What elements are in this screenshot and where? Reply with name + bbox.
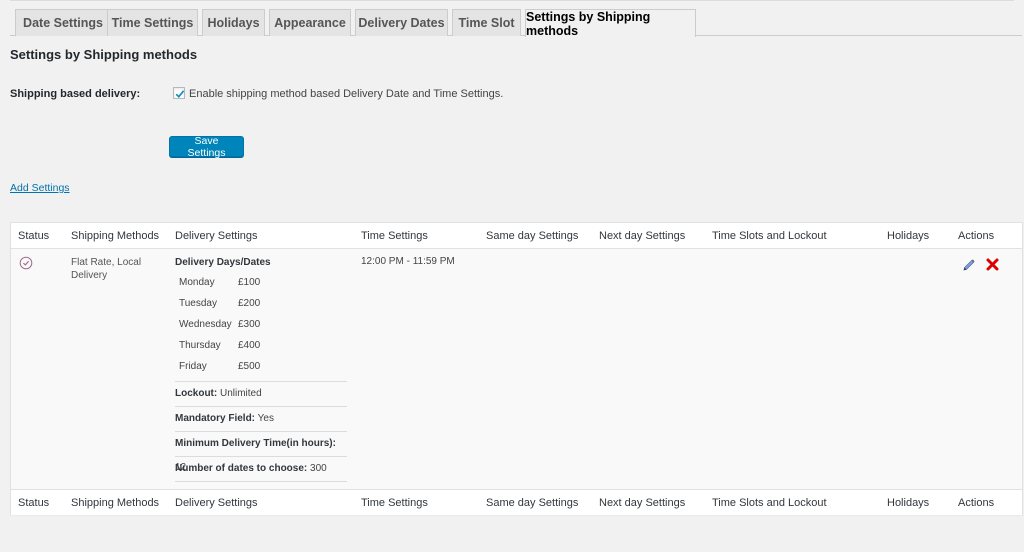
- column-header-next-day-settings: Next day Settings: [599, 230, 686, 242]
- top-divider: [10, 0, 1014, 1]
- column-footer-holidays: Holidays: [887, 497, 930, 509]
- column-footer-status: Status: [18, 497, 50, 509]
- mandatory-label: Mandatory Field:: [175, 413, 256, 424]
- edit-pencil-icon[interactable]: [962, 258, 976, 272]
- delete-x-icon[interactable]: [986, 258, 999, 271]
- day-price: £300: [238, 319, 261, 330]
- mandatory-row: Mandatory Field: Yes: [175, 407, 347, 431]
- page-title: Settings by Shipping methods: [10, 47, 198, 62]
- day-name: Wednesday: [179, 319, 232, 330]
- column-header-time-slots-and-lockout: Time Slots and Lockout: [712, 230, 827, 242]
- delivery-days-title: Delivery Days/Dates: [175, 257, 271, 268]
- delivery-settings-cell: Delivery Days/Dates Monday £100 Tuesday …: [175, 256, 347, 482]
- check-circle-icon: [19, 256, 33, 270]
- min-delivery-time-row: Minimum Delivery Time(in hours): 12: [175, 432, 347, 473]
- checkmark-icon: [175, 90, 185, 98]
- tab-bar: Date Settings Time Settings Holidays App…: [10, 9, 1022, 38]
- column-footer-shipping-methods: Shipping Methods: [71, 497, 160, 509]
- column-footer-same-day-settings: Same day Settings: [486, 497, 579, 509]
- column-footer-actions: Actions: [958, 497, 995, 509]
- checkbox-label: Enable shipping method based Delivery Da…: [189, 88, 504, 100]
- settings-table: Status Shipping Methods Delivery Setting…: [10, 222, 1023, 515]
- day-price: £400: [238, 340, 261, 351]
- column-header-shipping-methods: Shipping Methods: [71, 230, 160, 242]
- time-settings-value: 12:00 PM - 11:59 PM: [361, 256, 455, 267]
- column-header-same-day-settings: Same day Settings: [486, 230, 579, 242]
- day-price: £200: [238, 298, 261, 309]
- shipping-methods-value: Flat Rate, Local Delivery: [71, 257, 142, 281]
- tab-appearance[interactable]: Appearance: [269, 9, 351, 36]
- day-name: Monday: [179, 277, 215, 288]
- number-of-dates-label: Number of dates to choose:: [175, 463, 308, 474]
- min-delivery-time-label: Minimum Delivery Time(in hours):: [175, 438, 336, 449]
- column-footer-delivery-settings: Delivery Settings: [175, 497, 258, 509]
- shipping-based-delivery-checkbox[interactable]: [173, 87, 185, 99]
- column-footer-time-slots-and-lockout: Time Slots and Lockout: [712, 497, 827, 509]
- day-row: Wednesday £300: [175, 314, 347, 335]
- column-header-status: Status: [18, 230, 50, 242]
- day-row: Tuesday £200: [175, 293, 347, 314]
- column-header-holidays: Holidays: [887, 230, 930, 242]
- tab-delivery-dates[interactable]: Delivery Dates: [355, 9, 448, 36]
- column-footer-next-day-settings: Next day Settings: [599, 497, 686, 509]
- day-name: Thursday: [179, 340, 221, 351]
- lockout-row: Lockout: Unlimited: [175, 382, 347, 406]
- save-settings-button[interactable]: Save Settings: [169, 135, 244, 159]
- number-of-dates-value: 300: [310, 463, 327, 474]
- column-header-time-settings: Time Settings: [361, 230, 428, 242]
- lockout-label: Lockout:: [175, 388, 218, 399]
- mandatory-value: Yes: [257, 413, 274, 424]
- day-row: Monday £100: [175, 272, 347, 293]
- lockout-value: Unlimited: [220, 388, 262, 399]
- divider: [175, 481, 347, 482]
- day-price: £100: [238, 277, 261, 288]
- day-price: £500: [238, 361, 261, 372]
- tab-holidays[interactable]: Holidays: [202, 9, 265, 36]
- table-header: Status Shipping Methods Delivery Setting…: [11, 223, 1022, 249]
- tab-settings-by-shipping-methods[interactable]: Settings by Shipping methods: [525, 9, 696, 38]
- column-footer-time-settings: Time Settings: [361, 497, 428, 509]
- day-name: Tuesday: [179, 298, 217, 309]
- column-header-delivery-settings: Delivery Settings: [175, 230, 258, 242]
- tab-time-slot[interactable]: Time Slot: [452, 9, 521, 36]
- day-row: Thursday £400: [175, 335, 347, 356]
- column-header-actions: Actions: [958, 230, 995, 242]
- tab-date-settings[interactable]: Date Settings: [15, 9, 111, 36]
- number-of-dates-row: Number of dates to choose: 300: [175, 457, 347, 481]
- tab-time-settings[interactable]: Time Settings: [107, 9, 198, 36]
- day-name: Friday: [179, 361, 207, 372]
- add-settings-link[interactable]: Add Settings: [10, 182, 70, 194]
- table-footer: Status Shipping Methods Delivery Setting…: [11, 489, 1022, 515]
- shipping-based-delivery-label: Shipping based delivery:: [10, 88, 141, 100]
- day-row: Friday £500: [175, 356, 347, 377]
- delivery-days-list: Monday £100 Tuesday £200 Wednesday £300 …: [175, 269, 347, 377]
